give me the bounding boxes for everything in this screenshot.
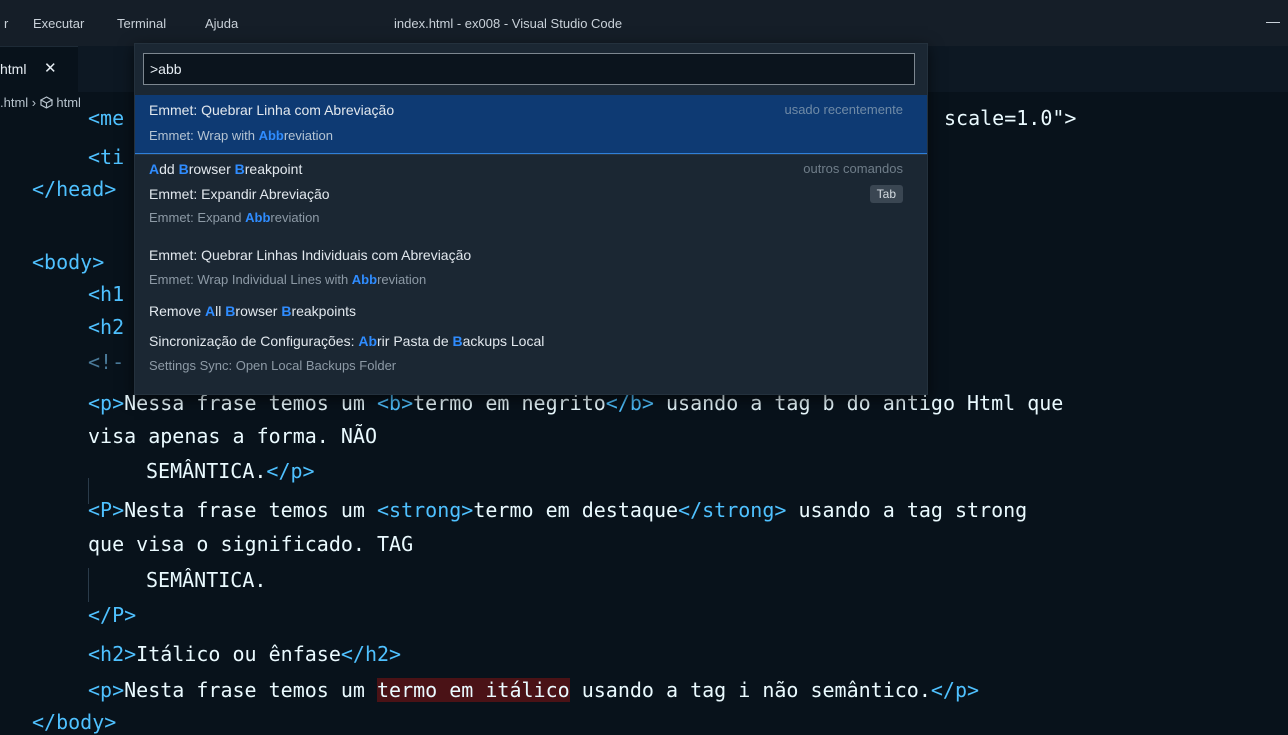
recently-used-label: usado recentemente <box>784 102 903 117</box>
command-palette-input[interactable] <box>143 53 915 85</box>
other-commands-label: outros comandos <box>803 161 903 176</box>
code-line-11: que visa o significado. TAG <box>88 532 414 556</box>
breadcrumb-file[interactable]: .html <box>0 95 28 110</box>
code-line-0: <me <box>88 106 125 130</box>
word-highlight: termo em itálico <box>377 678 570 702</box>
code-line-9: SEMÂNTICA.</p> <box>146 459 315 483</box>
menu-terminal[interactable]: Terminal <box>117 16 166 31</box>
title-bar: r Executar Terminal Ajuda index.html - e… <box>0 0 1288 46</box>
window-title: index.html - ex008 - Visual Studio Code <box>394 16 623 31</box>
cube-icon <box>39 96 54 109</box>
tab-index-html[interactable]: html ✕ <box>0 46 78 93</box>
code-line-16: </body> <box>32 710 117 734</box>
code-line-5: <h2 <box>88 315 125 339</box>
code-line-0-end: scale=1.0"> <box>944 106 1077 130</box>
command-item[interactable]: Add Browser Breakpoint outros comandos <box>135 154 927 181</box>
breadcrumb: .html › html <box>0 95 81 113</box>
command-item[interactable]: Sincronização de Configurações: Abrir Pa… <box>135 327 927 383</box>
command-palette: Emmet: Quebrar Linha com Abreviação Emme… <box>134 43 928 395</box>
menu-item-fragment[interactable]: r <box>4 16 8 31</box>
code-line-4: <h1 <box>88 282 125 306</box>
code-line-8: visa apenas a forma. NÃO <box>88 424 377 448</box>
menu-ajuda[interactable]: Ajuda <box>205 16 238 31</box>
code-line-10: <P>Nesta frase temos um <strong>termo em… <box>88 498 1028 522</box>
close-icon[interactable]: ✕ <box>44 59 57 77</box>
code-line-14: <h2>Itálico ou ênfase</h2> <box>88 642 402 666</box>
command-item[interactable]: Emmet: Quebrar Linhas Individuais com Ab… <box>135 239 927 295</box>
code-line-1: <ti <box>88 145 125 169</box>
command-item-expand[interactable]: Emmet: Expandir Abreviação Emmet: Expand… <box>135 180 927 237</box>
command-item[interactable]: Emmet: Quebrar Linha com Abreviação Emme… <box>135 95 927 154</box>
tab-label: html <box>0 61 27 77</box>
indent-guide <box>88 568 89 602</box>
code-line-13: </P> <box>88 603 137 627</box>
command-item[interactable]: Remove All Browser Breakpoints <box>135 295 927 325</box>
menu-executar[interactable]: Executar <box>33 16 84 31</box>
code-line-6: <!- <box>88 350 125 374</box>
minimize-icon[interactable] <box>1266 22 1280 23</box>
breadcrumb-node[interactable]: html <box>56 95 81 110</box>
keybinding-badge: Tab <box>869 185 903 203</box>
code-line-12: SEMÂNTICA. <box>146 568 267 592</box>
code-line-3: <body> <box>32 250 105 274</box>
code-line-15: <p>Nesta frase temos um termo em itálico… <box>88 678 980 702</box>
code-line-2: </head> <box>32 177 117 201</box>
chevron-right-icon: › <box>31 95 37 110</box>
